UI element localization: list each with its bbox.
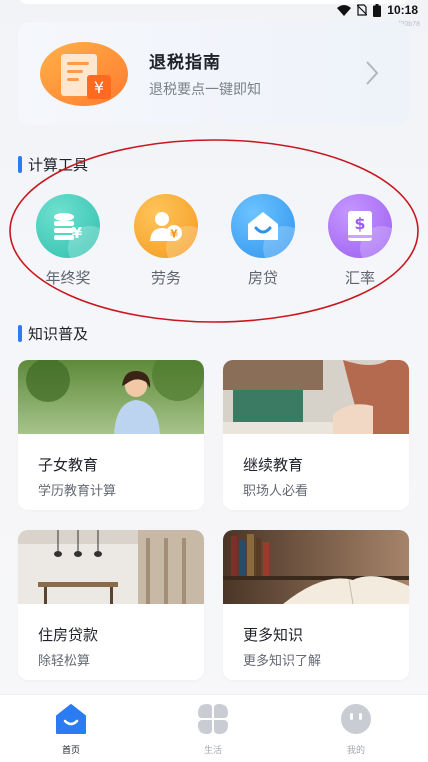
face-icon — [341, 704, 371, 734]
card-subtitle: 更多知识了解 — [243, 654, 322, 669]
tool-year-end-bonus[interactable]: ¥ 年终奖 — [28, 194, 108, 288]
card-child-education[interactable]: 子女教育 学历教育计算 — [18, 360, 204, 510]
tab-label: 生活 — [203, 746, 222, 756]
refund-receipt-icon: ¥ — [40, 42, 128, 106]
tool-icon-bg: $ — [328, 194, 392, 258]
tool-label: 房贷 — [247, 269, 278, 287]
card-title: 更多知识 — [243, 626, 304, 644]
tool-label: 汇率 — [344, 269, 375, 287]
svg-text:¥: ¥ — [72, 224, 83, 242]
battery-icon — [373, 3, 382, 17]
svg-text:¥: ¥ — [170, 228, 178, 241]
tab-life[interactable]: 生活 — [183, 703, 243, 756]
knowledge-section-header: 知识普及 — [18, 323, 88, 343]
card-title: 住房贷款 — [38, 626, 99, 644]
chevron-right-icon — [366, 61, 379, 85]
tool-labor-service[interactable]: ¥ 劳务 — [126, 194, 206, 288]
banner-title: 退税指南 — [149, 53, 221, 73]
four-leaf-icon — [198, 704, 228, 734]
card-subtitle: 除轻松算 — [38, 654, 91, 669]
card-title: 继续教育 — [243, 456, 304, 474]
tools-section-header: 计算工具 — [18, 154, 88, 174]
previous-card-edge — [18, 0, 409, 4]
coin-stack-icon: ¥ — [54, 213, 83, 242]
tool-mortgage[interactable]: 房贷 — [223, 194, 303, 288]
card-continuing-education[interactable]: 继续教育 职场人必看 — [223, 360, 409, 510]
knowledge-section-title: 知识普及 — [28, 324, 89, 343]
status-icons: 10:18 — [337, 3, 418, 17]
home-smile-icon — [56, 704, 86, 734]
card-title: 子女教育 — [38, 456, 99, 474]
section-accent-bar — [18, 324, 22, 342]
wifi-icon — [337, 4, 352, 16]
person-writing-photo — [223, 360, 409, 434]
tool-exchange-rate[interactable]: $ 汇率 — [320, 194, 400, 288]
svg-text:$: $ — [354, 214, 365, 233]
dining-room-photo — [18, 530, 204, 604]
tool-label: 年终奖 — [45, 269, 91, 287]
card-housing-loan[interactable]: 住房贷款 除轻松算 — [18, 530, 204, 680]
house-smile-icon — [248, 212, 278, 240]
tool-icon-bg — [231, 194, 295, 258]
tab-label: 首页 — [61, 746, 80, 756]
person-yuan-icon: ¥ — [150, 212, 182, 241]
dollar-book-icon: $ — [348, 211, 372, 241]
card-subtitle: 学历教育计算 — [38, 484, 117, 499]
banner-currency: ¥ — [94, 78, 104, 97]
refund-guide-banner[interactable]: ¥ 退税指南 退税要点一键即知 — [18, 22, 409, 125]
card-more-knowledge[interactable]: 更多知识 更多知识了解 — [223, 530, 409, 680]
tab-mine[interactable]: 我的 — [326, 703, 386, 756]
tool-icon-bg: ¥ — [134, 194, 198, 258]
banner-subtitle: 退税要点一键即知 — [149, 82, 261, 98]
card-subtitle: 职场人必看 — [243, 484, 309, 499]
tab-home[interactable]: 首页 — [41, 703, 101, 756]
no-sim-icon — [357, 4, 368, 16]
tools-section-title: 计算工具 — [28, 155, 89, 174]
section-accent-bar — [18, 155, 22, 173]
tab-label: 我的 — [346, 746, 365, 756]
tool-icon-bg: ¥ — [36, 194, 100, 258]
status-time: 10:18 — [387, 3, 418, 17]
child-running-photo — [18, 360, 204, 434]
open-book-photo — [223, 530, 409, 605]
bottom-tab-bar: 首页 生活 我的 — [0, 694, 428, 762]
tool-label: 劳务 — [150, 269, 181, 287]
